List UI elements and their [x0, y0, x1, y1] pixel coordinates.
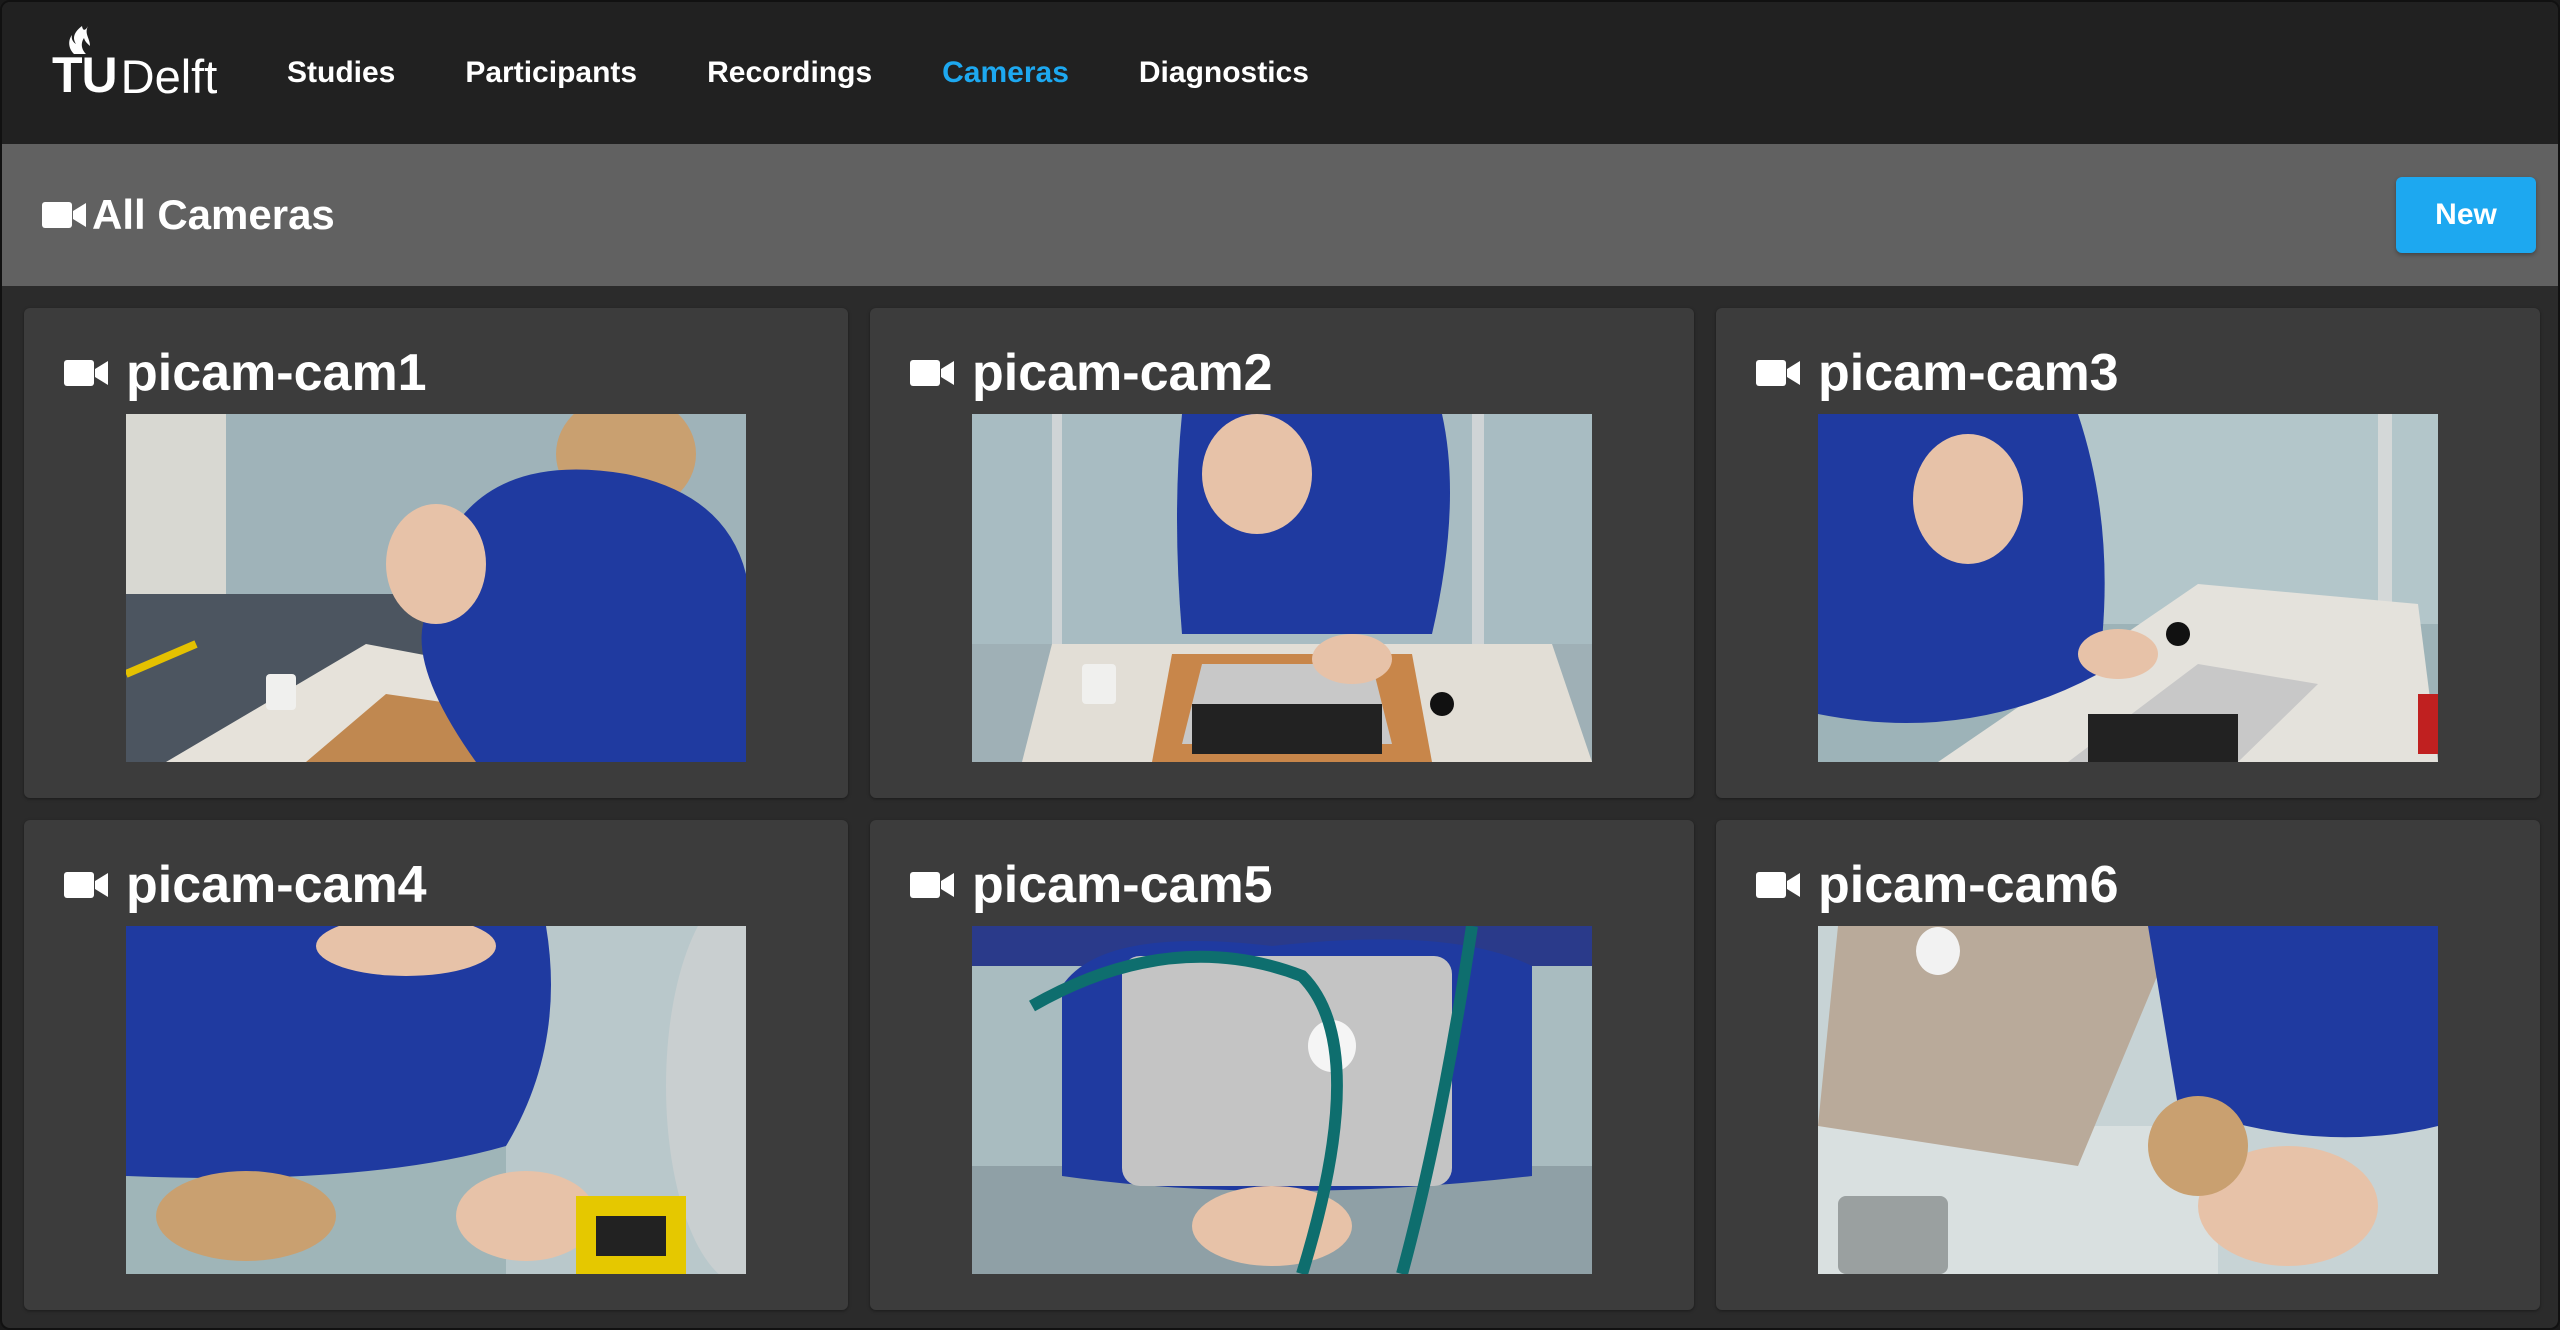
camera-name: picam-cam2 — [972, 344, 1273, 402]
camera-preview-picture — [972, 414, 1592, 762]
video-camera-icon — [910, 872, 954, 898]
camera-preview-image[interactable] — [126, 414, 746, 762]
page-header: All Cameras New — [2, 144, 2558, 286]
camera-name: picam-cam5 — [972, 856, 1273, 914]
camera-preview-image[interactable] — [1818, 926, 2438, 1274]
camera-preview-picture — [1818, 926, 2438, 1274]
camera-grid: picam-cam1 picam-cam2 picam-cam3 picam-c… — [24, 308, 2540, 1310]
page-title-text: All Cameras — [92, 191, 335, 238]
camera-card-title: picam-cam5 — [910, 850, 1273, 920]
camera-preview-image[interactable] — [1818, 414, 2438, 762]
video-camera-icon — [64, 360, 108, 386]
nav-participants[interactable]: Participants — [465, 56, 637, 90]
camera-card-title: picam-cam3 — [1756, 338, 2119, 408]
camera-card-title: picam-cam4 — [64, 850, 427, 920]
video-camera-icon — [42, 202, 86, 228]
camera-preview-image[interactable] — [126, 926, 746, 1274]
camera-preview-picture — [126, 414, 746, 762]
tudelft-logo[interactable]: TU Delft — [52, 24, 232, 100]
flame-icon — [69, 26, 90, 54]
camera-name: picam-cam1 — [126, 344, 427, 402]
nav-studies[interactable]: Studies — [287, 56, 395, 90]
camera-card[interactable]: picam-cam4 — [24, 820, 848, 1310]
camera-card[interactable]: picam-cam3 — [1716, 308, 2540, 798]
nav-links: Studies Participants Recordings Cameras … — [287, 2, 1379, 144]
new-camera-button[interactable]: New — [2396, 177, 2536, 253]
camera-card[interactable]: picam-cam6 — [1716, 820, 2540, 1310]
camera-card-title: picam-cam1 — [64, 338, 427, 408]
camera-preview-picture — [1818, 414, 2438, 762]
video-camera-icon — [1756, 360, 1800, 386]
camera-preview-image[interactable] — [972, 414, 1592, 762]
camera-card-title: picam-cam6 — [1756, 850, 2119, 920]
video-camera-icon — [1756, 872, 1800, 898]
video-camera-icon — [910, 360, 954, 386]
video-camera-icon — [64, 872, 108, 898]
logo-text-delft: Delft — [120, 50, 218, 103]
nav-recordings[interactable]: Recordings — [707, 56, 872, 90]
nav-diagnostics[interactable]: Diagnostics — [1139, 56, 1309, 90]
camera-name: picam-cam3 — [1818, 344, 2119, 402]
camera-card[interactable]: picam-cam1 — [24, 308, 848, 798]
camera-preview-image[interactable] — [972, 926, 1592, 1274]
camera-card-title: picam-cam2 — [910, 338, 1273, 408]
camera-card[interactable]: picam-cam2 — [870, 308, 1694, 798]
page-title: All Cameras — [42, 144, 335, 286]
camera-preview-picture — [126, 926, 746, 1274]
camera-name: picam-cam4 — [126, 856, 427, 914]
camera-card[interactable]: picam-cam5 — [870, 820, 1694, 1310]
top-navbar: TU Delft Studies Participants Recordings… — [2, 2, 2558, 144]
camera-preview-picture — [972, 926, 1592, 1274]
nav-cameras[interactable]: Cameras — [942, 56, 1069, 90]
app-window: TU Delft Studies Participants Recordings… — [0, 0, 2560, 1330]
camera-name: picam-cam6 — [1818, 856, 2119, 914]
